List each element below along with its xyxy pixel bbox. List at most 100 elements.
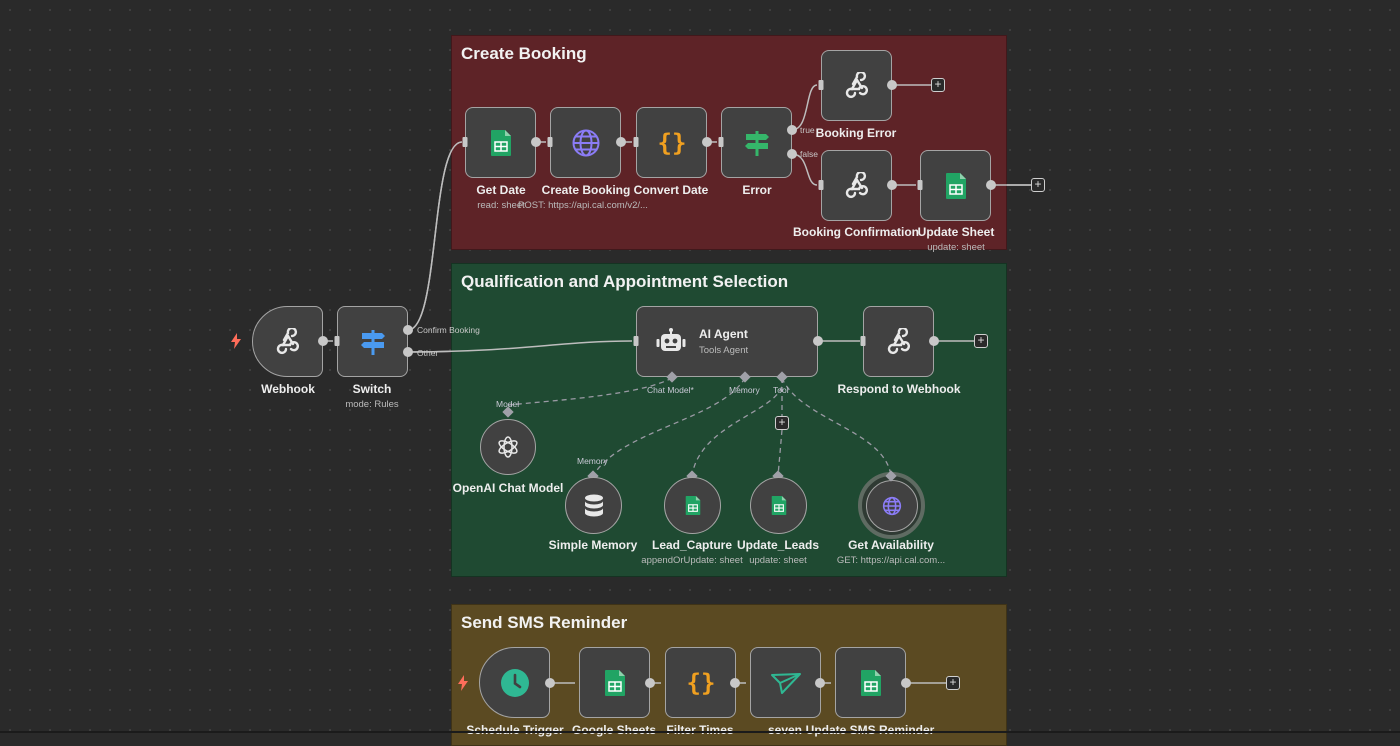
input-port[interactable] [547, 137, 553, 147]
output-port-true[interactable] [787, 125, 797, 135]
node-update-sms-reminder[interactable] [835, 647, 906, 718]
input-port[interactable] [860, 336, 866, 346]
node-booking-error[interactable] [821, 50, 892, 121]
output-port[interactable] [901, 678, 911, 688]
output-port[interactable] [730, 678, 740, 688]
output-port[interactable] [887, 180, 897, 190]
webhook-icon [845, 171, 868, 198]
node-label: Error [742, 183, 772, 197]
output-port[interactable] [815, 678, 825, 688]
output-port[interactable] [616, 137, 626, 147]
input-port[interactable] [718, 137, 724, 147]
port-label-memory-in: Memory [577, 456, 608, 466]
port-label-other: Other [417, 348, 439, 358]
node-label: Update Sheet [917, 225, 995, 239]
input-port[interactable] [462, 137, 468, 147]
input-port[interactable] [633, 336, 639, 346]
output-port[interactable] [702, 137, 712, 147]
braces-icon: {} [686, 669, 715, 697]
node-subtitle: Tools Agent [699, 345, 749, 356]
node-create-booking[interactable] [550, 107, 621, 178]
port-label-true: true [800, 125, 815, 135]
node-respond-to-webhook[interactable] [863, 306, 934, 377]
node-schedule-trigger[interactable] [479, 647, 550, 718]
add-node-button[interactable]: + [1031, 178, 1045, 192]
node-filter-times[interactable]: {} [665, 647, 736, 718]
input-port[interactable] [633, 137, 639, 147]
add-node-button[interactable]: + [974, 334, 988, 348]
node-subtitle: POST: https://api.cal.com/v2/... [518, 200, 648, 211]
add-tool-button[interactable]: + [775, 416, 789, 430]
node-label: Filter Times [666, 723, 734, 737]
node-label: Booking Confirmation [793, 225, 919, 239]
group-title: Create Booking [461, 44, 587, 63]
input-port[interactable] [334, 336, 340, 346]
node-label: Get Availability [848, 538, 934, 552]
output-port-confirm[interactable] [403, 325, 413, 335]
output-port-other[interactable] [403, 347, 413, 357]
output-port[interactable] [813, 336, 823, 346]
node-label: Convert Date [633, 183, 709, 197]
webhook-icon [276, 327, 299, 354]
node-switch[interactable] [337, 306, 408, 377]
node-seven[interactable] [750, 647, 821, 718]
node-google-sheets[interactable] [579, 647, 650, 718]
node-label: Create Booking [541, 183, 631, 197]
node-label: Respond to Webhook [837, 382, 961, 396]
database-icon [584, 494, 603, 516]
output-port[interactable] [645, 678, 655, 688]
add-node-button[interactable]: + [946, 676, 960, 690]
google-sheets-icon [771, 496, 786, 515]
node-convert-date[interactable]: {} [636, 107, 707, 178]
svg-text:{}: {} [657, 129, 686, 157]
output-port[interactable] [986, 180, 996, 190]
port-label-chat-model: Chat Model* [647, 385, 694, 395]
braces-icon: {} [657, 129, 686, 157]
node-label: seven [767, 723, 803, 737]
node-error[interactable] [721, 107, 792, 178]
lightning-icon [231, 333, 241, 349]
signpost-icon [744, 130, 769, 156]
output-port[interactable] [545, 678, 555, 688]
node-get-availability[interactable] [858, 472, 925, 539]
node-label: Get Date [476, 183, 526, 197]
node-label: Update_Leads [736, 538, 820, 552]
output-port-false[interactable] [787, 149, 797, 159]
group-title: Qualification and Appointment Selection [461, 272, 789, 291]
node-label: Switch [352, 382, 392, 396]
workflow-canvas[interactable]: Create Booking Qualification and Appoint… [0, 0, 1400, 746]
node-ai-agent[interactable]: AI Agent Tools Agent [636, 306, 818, 377]
output-port[interactable] [887, 80, 897, 90]
node-booking-confirmation[interactable] [821, 150, 892, 221]
add-node-button[interactable]: + [931, 78, 945, 92]
node-update-leads[interactable] [750, 477, 807, 534]
input-port[interactable] [917, 180, 923, 190]
node-update-sheet[interactable] [920, 150, 991, 221]
node-subtitle: update: sheet [749, 555, 807, 566]
group-title: Send SMS Reminder [461, 613, 628, 632]
robot-icon [656, 327, 686, 351]
node-label: Update SMS Reminder [805, 723, 935, 737]
node-label: Schedule Trigger [466, 723, 564, 737]
input-port[interactable] [818, 180, 824, 190]
google-sheets-icon [604, 669, 625, 696]
node-label: Webhook [261, 382, 315, 396]
output-port[interactable] [318, 336, 328, 346]
node-simple-memory[interactable] [565, 477, 622, 534]
openai-icon [498, 436, 518, 458]
node-webhook[interactable] [252, 306, 323, 377]
google-sheets-icon [945, 172, 966, 199]
output-port[interactable] [929, 336, 939, 346]
node-subtitle: mode: Rules [345, 399, 399, 410]
node-subtitle: GET: https://api.cal.com... [836, 555, 946, 566]
input-port[interactable] [818, 80, 824, 90]
signpost-icon [360, 329, 385, 355]
send-icon [770, 672, 801, 694]
output-port[interactable] [531, 137, 541, 147]
node-get-date[interactable] [465, 107, 536, 178]
google-sheets-icon [490, 129, 511, 156]
webhook-icon [845, 71, 868, 98]
node-lead-capture[interactable] [664, 477, 721, 534]
node-openai-chat-model[interactable] [480, 419, 536, 475]
node-label: OpenAI Chat Model [452, 481, 564, 495]
